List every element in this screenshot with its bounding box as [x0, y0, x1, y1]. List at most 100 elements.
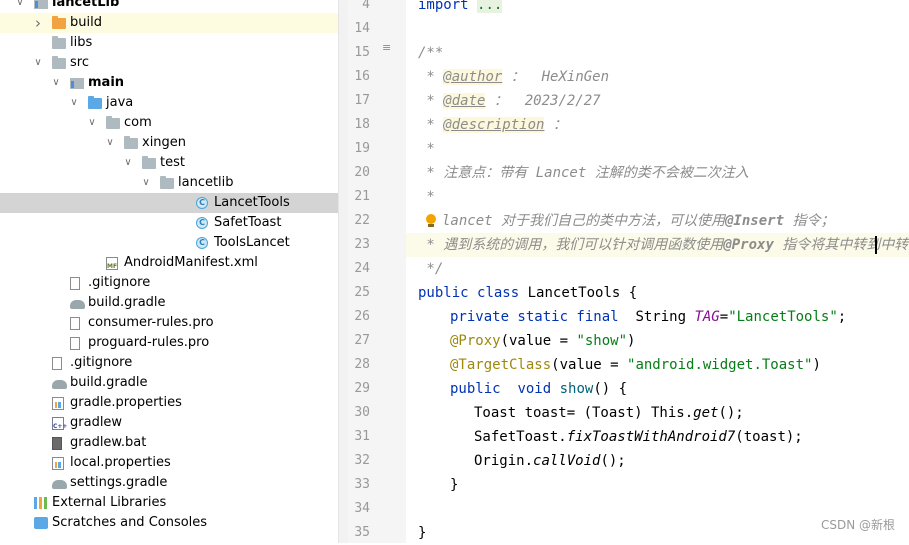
line-number: 31	[354, 429, 370, 444]
code-comment: *	[418, 69, 444, 85]
code-token: Origin.	[474, 453, 534, 469]
code-token: }	[450, 477, 459, 493]
code-comment-bold: @Insert	[725, 213, 785, 229]
tree-item-gradlew[interactable]: C++ gradlew	[0, 413, 338, 433]
tree-item-lancetlib[interactable]: ∨ lancetLib	[0, 0, 338, 13]
tree-item-local-properties[interactable]: local.properties	[0, 453, 338, 473]
tree-item-build-gradle[interactable]: build.gradle	[0, 293, 338, 313]
code-comment: *	[418, 141, 435, 157]
tree-item-external-libraries[interactable]: External Libraries	[0, 493, 338, 513]
code-line-19: *	[418, 137, 909, 161]
tree-item-label: External Libraries	[52, 495, 167, 510]
class-icon: C	[196, 217, 208, 229]
line-number: 25	[354, 285, 370, 300]
tree-item-gradle-properties[interactable]: gradle.properties	[0, 393, 338, 413]
code-comment: * 遇到系统的调用，我们可以针对调用函数使用	[418, 237, 724, 253]
tree-item-java[interactable]: ∨ java	[0, 93, 338, 113]
tree-item-label: local.properties	[70, 455, 171, 470]
code-comment: lancet 对于我们自己的类中方法，可以使用	[442, 213, 725, 229]
chevron-down-icon[interactable]: ∨	[68, 93, 80, 113]
tree-item-toolslancet[interactable]: C ToolsLancet	[0, 233, 338, 253]
code-line-15: /**	[418, 41, 909, 65]
code-line-31: SafetToast.fixToastWithAndroid7(toast);	[474, 425, 909, 449]
code-keyword: class	[477, 285, 520, 301]
tree-item-scratches-and-consoles[interactable]: Scratches and Consoles	[0, 513, 338, 533]
tree-item-settings-gradle[interactable]: settings.gradle	[0, 473, 338, 493]
tree-item-gitignore[interactable]: .gitignore	[0, 273, 338, 293]
tree-item-src[interactable]: ∨ src	[0, 53, 338, 73]
code-comment: *	[418, 117, 444, 133]
chevron-down-icon[interactable]: ∨	[122, 153, 134, 173]
libraries-icon	[34, 497, 47, 509]
module-icon	[70, 78, 84, 89]
tree-item-build-gradle[interactable]: build.gradle	[0, 373, 338, 393]
class-icon: C	[196, 197, 208, 209]
tree-item-consumer-rules-pro[interactable]: consumer-rules.pro	[0, 313, 338, 333]
code-token: (value =	[500, 333, 577, 349]
code-line-4: import ...	[418, 0, 909, 17]
tree-item-label: SafetToast	[214, 215, 282, 230]
tree-item-label: gradlew	[70, 415, 123, 430]
tree-item-label: LancetTools	[214, 195, 290, 210]
chevron-down-icon[interactable]: ∨	[50, 73, 62, 93]
line-number: 15	[354, 45, 370, 60]
code-line-26: private static final String TAG="LancetT…	[450, 305, 909, 329]
code-line-17: * @date ： 2023/2/27	[418, 89, 909, 113]
code-comment: 指令将其中转到中转函	[773, 237, 909, 253]
tree-item-label: .gitignore	[88, 275, 151, 290]
code-line-30: Toast toast= (Toast) This.get();	[474, 401, 909, 425]
lightbulb-intention-icon[interactable]	[425, 214, 437, 228]
tree-item-safettoast[interactable]: C SafetToast	[0, 213, 338, 233]
doc-comment-render-icon[interactable]: ≡	[382, 41, 394, 65]
line-number: 26	[354, 309, 370, 324]
chevron-down-icon[interactable]: ∨	[104, 133, 116, 153]
line-number: 30	[354, 405, 370, 420]
folded-imports[interactable]: ...	[477, 0, 503, 13]
tree-item-build[interactable]: › build	[0, 13, 338, 33]
code-line-23-current: * 遇到系统的调用，我们可以针对调用函数使用@Proxy 指令将其中转到中转函	[406, 233, 909, 257]
code-token: () {	[593, 381, 628, 397]
tree-item-lancetlib[interactable]: ∨ lancetlib	[0, 173, 338, 193]
code-annotation: @Proxy	[450, 333, 501, 349]
code-line-22: lancet 对于我们自己的类中方法，可以使用@Insert 指令；	[442, 209, 909, 233]
code-line-20: * 注意点：带有 Lancet 注解的类不会被二次注入	[418, 161, 909, 185]
tree-item-libs[interactable]: libs	[0, 33, 338, 53]
chevron-down-icon[interactable]: ∨	[140, 173, 152, 193]
text-caret	[875, 236, 877, 254]
file-icon	[70, 337, 80, 350]
tree-item-lancettools[interactable]: C LancetTools	[0, 193, 338, 213]
javadoc-tag: @author	[443, 69, 503, 85]
tree-item-com[interactable]: ∨ com	[0, 113, 338, 133]
folder-icon	[142, 156, 156, 169]
tree-item-proguard-rules-pro[interactable]: proguard-rules.pro	[0, 333, 338, 353]
tree-item-xingen[interactable]: ∨ xingen	[0, 133, 338, 153]
line-number: 4	[362, 0, 370, 12]
tree-item-label: xingen	[142, 135, 187, 150]
tool-window-splitter[interactable]	[338, 0, 348, 543]
code-token: import	[418, 0, 469, 13]
code-token: Toast toast= (Toast) This.	[474, 405, 694, 421]
code-token: =	[719, 309, 729, 325]
tree-item-label: com	[124, 115, 152, 130]
tree-item-label: java	[106, 95, 134, 110]
tree-item-test[interactable]: ∨ test	[0, 153, 338, 173]
tree-item-gitignore[interactable]: .gitignore	[0, 353, 338, 373]
tree-item-label: .gitignore	[70, 355, 133, 370]
chevron-down-icon[interactable]: ∨	[86, 113, 98, 133]
code-line-29: public void show() {	[450, 377, 909, 401]
code-editor[interactable]: import ... /** * @author ： HeXinGen * @d…	[406, 0, 909, 543]
code-line-24: */	[418, 257, 909, 281]
code-keyword: public	[450, 381, 501, 397]
chevron-down-icon[interactable]: ∨	[14, 0, 26, 13]
tree-item-main[interactable]: ∨ main	[0, 73, 338, 93]
tree-item-label: libs	[70, 35, 93, 50]
tree-item-androidmanifest-xml[interactable]: MF AndroidManifest.xml	[0, 253, 338, 273]
tree-item-label: consumer-rules.pro	[88, 315, 214, 330]
code-token: SafetToast.	[474, 429, 567, 445]
chevron-down-icon[interactable]: ∨	[32, 53, 44, 73]
gradle-icon	[52, 480, 67, 489]
line-number: 32	[354, 453, 370, 468]
chevron-right-icon[interactable]: ›	[32, 13, 44, 33]
tree-item-gradlew-bat[interactable]: gradlew.bat	[0, 433, 338, 453]
line-number: 35	[354, 525, 370, 540]
